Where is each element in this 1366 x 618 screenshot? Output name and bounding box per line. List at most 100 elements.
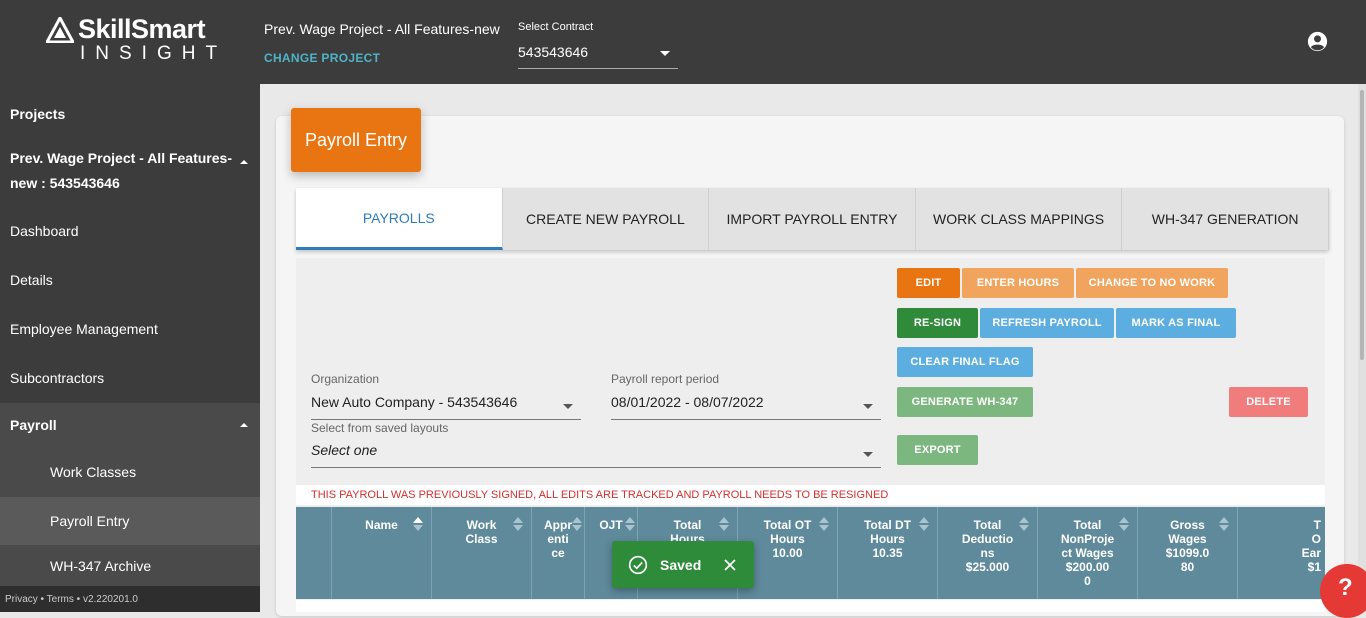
resign-warning: THIS PAYROLL WAS PREVIOUSLY SIGNED, ALL … (296, 485, 1325, 505)
layouts-label: Select from saved layouts (311, 421, 449, 435)
sidebar-item-current-project[interactable]: Prev. Wage Project - All Features- new :… (0, 146, 260, 198)
column-nonproject-l3: ct Wages (1061, 546, 1114, 560)
sidebar-item-subcontractors[interactable]: Subcontractors (0, 362, 260, 394)
column-nonproject-l2: NonProje (1060, 532, 1115, 546)
sidebar-payroll-label: Payroll (10, 417, 57, 433)
column-dt-l2: Hours (870, 532, 905, 546)
sort-icon[interactable] (413, 517, 423, 531)
tab-import-payroll-entry[interactable]: IMPORT PAYROLL ENTRY (709, 188, 916, 250)
sort-icon[interactable] (1119, 517, 1129, 531)
tab-work-class-mappings[interactable]: WORK CLASS MAPPINGS (916, 188, 1123, 250)
organization-label: Organization (311, 372, 380, 386)
clear-final-flag-button[interactable]: CLEAR FINAL FLAG (897, 347, 1033, 377)
column-header-total-deductions[interactable]: Total Deductio ns $25.000 (938, 507, 1038, 599)
contract-select[interactable]: 543543646 (518, 40, 678, 69)
column-nonproject-l4: $200.00 (1065, 560, 1110, 574)
column-dt-l3: 10.35 (872, 546, 903, 560)
app-logo[interactable]: SkillSmart INSIGHT (46, 14, 221, 66)
sidebar-item-details[interactable]: Details (0, 264, 260, 296)
sidebar-item-wh347-archive[interactable]: WH-347 Archive (0, 545, 260, 586)
chevron-up-icon (240, 423, 248, 427)
contract-value: 543543646 (518, 44, 589, 60)
page-title: Payroll Entry (291, 108, 421, 172)
close-icon[interactable] (723, 558, 737, 572)
change-to-no-work-button[interactable]: CHANGE TO NO WORK (1076, 268, 1228, 298)
sort-icon[interactable] (819, 517, 829, 531)
tab-create-new-payroll[interactable]: CREATE NEW PAYROLL (503, 188, 710, 250)
mark-as-final-button[interactable]: MARK AS FINAL (1116, 308, 1236, 338)
logo-text-bottom: INSIGHT (80, 43, 228, 64)
column-gross-l3: $1099.0 (1165, 546, 1210, 560)
sidebar: Projects Prev. Wage Project - All Featur… (0, 84, 260, 612)
column-header-apprentice[interactable]: Appr enti ce (532, 507, 585, 599)
chevron-down-icon (863, 452, 873, 457)
table-row[interactable] (296, 600, 1325, 612)
sidebar-item-work-classes[interactable]: Work Classes (0, 447, 260, 497)
organization-select[interactable]: New Auto Company - 543543646 (311, 394, 581, 420)
column-nonproject-l5: 0 (1084, 574, 1091, 588)
period-label: Payroll report period (611, 372, 720, 386)
check-circle-icon (628, 555, 648, 574)
table-select-column[interactable] (296, 507, 332, 599)
column-header-total-nonproject-wages[interactable]: Total NonProje ct Wages $200.00 0 (1038, 507, 1138, 599)
sort-icon[interactable] (572, 517, 582, 531)
column-deductions-l4: $25.000 (965, 560, 1010, 574)
column-header-other-earnings[interactable]: T O Ear $1 (1238, 507, 1325, 599)
chevron-up-icon (240, 160, 248, 164)
sort-icon[interactable] (1019, 517, 1029, 531)
column-header-total-dt-hours[interactable]: Total DT Hours 10.35 (838, 507, 938, 599)
column-other-l3: Ear (1301, 546, 1321, 560)
column-workclass-l2: Class (465, 532, 498, 546)
sidebar-project-name-line1: Prev. Wage Project - All Features- (10, 150, 232, 166)
tab-bar: PAYROLLS CREATE NEW PAYROLL IMPORT PAYRO… (296, 188, 1329, 250)
column-header-gross-wages[interactable]: Gross Wages $1099.0 80 (1138, 507, 1238, 599)
generate-wh347-button[interactable]: GENERATE WH-347 (897, 387, 1033, 417)
sort-icon[interactable] (513, 517, 523, 531)
period-select[interactable]: 08/01/2022 - 08/07/2022 (611, 394, 881, 420)
column-apprentice-l3: ce (551, 546, 565, 560)
column-header-work-class[interactable]: Work Class (432, 507, 532, 599)
chevron-down-icon (563, 404, 573, 409)
column-other-l1: T (1313, 518, 1321, 532)
sort-icon[interactable] (919, 517, 929, 531)
project-title: Prev. Wage Project - All Features-new (264, 21, 500, 37)
column-gross-l2: Wages (1168, 532, 1207, 546)
sort-icon[interactable] (625, 517, 635, 531)
payroll-table-header: Name Work Class Appr enti ce OJT Total H… (296, 507, 1325, 599)
saved-toast: Saved (612, 541, 754, 588)
tab-payrolls[interactable]: PAYROLLS (296, 188, 503, 250)
organization-value: New Auto Company - 543543646 (311, 394, 518, 410)
edit-button[interactable]: EDIT (897, 268, 960, 298)
column-deductions-l2: Deductio (961, 532, 1014, 546)
resign-button[interactable]: RE-SIGN (897, 308, 978, 338)
period-value: 08/01/2022 - 08/07/2022 (611, 394, 764, 410)
refresh-payroll-button[interactable]: REFRESH PAYROLL (980, 308, 1114, 338)
change-project-link[interactable]: CHANGE PROJECT (264, 51, 380, 65)
account-circle-icon[interactable] (1307, 31, 1328, 52)
chevron-down-icon (660, 51, 670, 56)
column-other-l4: $1 (1307, 560, 1321, 574)
column-header-name[interactable]: Name (332, 507, 432, 599)
help-button[interactable]: ? (1320, 564, 1366, 618)
sort-icon[interactable] (719, 517, 729, 531)
sidebar-item-dashboard[interactable]: Dashboard (0, 215, 260, 247)
top-bar: SkillSmart INSIGHT Prev. Wage Project - … (0, 0, 1366, 84)
delete-button[interactable]: DELETE (1229, 387, 1308, 417)
sidebar-project-name-line2: new : 543543646 (10, 175, 120, 191)
layouts-select[interactable]: Select one (311, 442, 881, 468)
sidebar-item-projects[interactable]: Projects (0, 98, 260, 130)
layouts-value: Select one (311, 442, 378, 458)
export-button[interactable]: EXPORT (897, 435, 978, 465)
sort-icon[interactable] (1219, 517, 1229, 531)
column-apprentice-l2: enti (547, 532, 569, 546)
sidebar-item-payroll-entry[interactable]: Payroll Entry (0, 497, 260, 545)
logo-triangle-icon (46, 16, 74, 43)
sidebar-footer[interactable]: Privacy • Terms • v2.220201.0 (0, 586, 260, 612)
column-gross-l4: 80 (1180, 560, 1195, 574)
sidebar-item-payroll[interactable]: Payroll (0, 403, 260, 447)
scrollbar-thumb[interactable] (1360, 90, 1364, 360)
sidebar-item-employee-management[interactable]: Employee Management (0, 313, 260, 345)
tab-wh347-generation[interactable]: WH-347 GENERATION (1122, 188, 1329, 250)
chevron-down-icon (863, 404, 873, 409)
enter-hours-button[interactable]: ENTER HOURS (962, 268, 1074, 298)
